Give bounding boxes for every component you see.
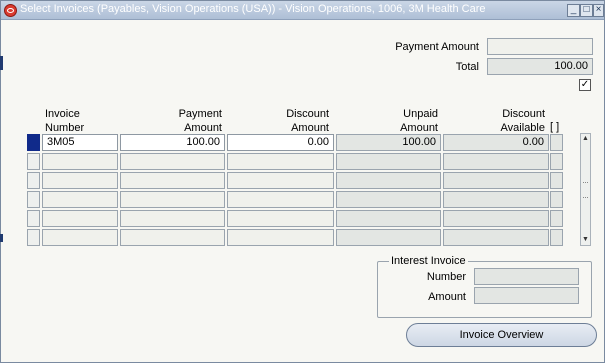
invoice-number-cell[interactable] (42, 191, 118, 208)
invoice-number-cell[interactable]: 3M05 (42, 134, 118, 151)
window-title: Select Invoices (Payables, Vision Operat… (20, 3, 486, 15)
flexfield-cell[interactable] (550, 229, 563, 246)
discount-amount-cell[interactable] (227, 172, 334, 189)
scroll-up-icon[interactable]: ▲ (581, 134, 590, 144)
discount-amount-cell[interactable] (227, 191, 334, 208)
flexfield-cell[interactable] (550, 191, 563, 208)
payment-amount-cell[interactable]: 100.00 (120, 134, 225, 151)
payment-amount-cell[interactable] (120, 172, 225, 189)
row-indicator[interactable] (27, 210, 40, 227)
minimize-icon[interactable]: _ (567, 4, 580, 17)
col-header-invoice-number: Invoice Number (45, 108, 85, 134)
payment-amount-field[interactable] (487, 38, 593, 55)
invoice-number-cell[interactable] (42, 210, 118, 227)
total-label: Total (455, 61, 479, 73)
vertical-scrollbar[interactable]: ▲ ▼ (580, 133, 591, 246)
total-field: 100.00 (487, 58, 593, 75)
interest-number-label: Number (426, 271, 466, 283)
discount-amount-cell[interactable] (227, 153, 334, 170)
title-bar[interactable]: Select Invoices (Payables, Vision Operat… (1, 1, 604, 20)
row-indicator[interactable] (27, 229, 40, 246)
oracle-app-icon (4, 4, 17, 17)
unpaid-amount-cell (336, 172, 441, 189)
discount-available-cell (443, 191, 549, 208)
payment-amount-cell[interactable] (120, 153, 225, 170)
interest-number-field (474, 268, 579, 285)
row-indicator-active[interactable] (27, 134, 40, 151)
invoice-number-cell[interactable] (42, 229, 118, 246)
flexfield-cell[interactable] (550, 172, 563, 189)
scroll-down-icon[interactable]: ▼ (581, 235, 590, 245)
discount-available-cell (443, 210, 549, 227)
unpaid-amount-cell: 100.00 (336, 134, 441, 151)
discount-available-cell (443, 153, 549, 170)
col-header-unpaid-amount: Unpaid Amount (400, 108, 438, 134)
row-indicator[interactable] (27, 191, 40, 208)
invoice-number-cell[interactable] (42, 172, 118, 189)
interest-amount-label: Amount (428, 291, 466, 303)
unpaid-amount-cell (336, 153, 441, 170)
payment-amount-cell[interactable] (120, 210, 225, 227)
discount-amount-cell[interactable] (227, 210, 334, 227)
col-header-discount-amount: Discount Amount (286, 108, 329, 134)
col-header-discount-available: Discount Available (500, 108, 545, 134)
left-edge-marker (0, 234, 3, 242)
row-indicator[interactable] (27, 172, 40, 189)
unpaid-amount-cell (336, 191, 441, 208)
flexfield-header[interactable]: [ ] (550, 121, 559, 133)
discount-available-cell: 0.00 (443, 134, 549, 151)
unpaid-amount-cell (336, 210, 441, 227)
interest-amount-field (474, 287, 579, 304)
discount-amount-cell[interactable]: 0.00 (227, 134, 334, 151)
close-icon[interactable]: × (593, 4, 604, 17)
flexfield-cell[interactable] (550, 210, 563, 227)
select-checkbox[interactable]: ✓ (579, 79, 591, 91)
payment-amount-cell[interactable] (120, 229, 225, 246)
interest-invoice-title: Interest Invoice (389, 255, 468, 267)
col-header-payment-amount: Payment Amount (178, 108, 222, 134)
invoice-overview-button[interactable]: Invoice Overview (406, 323, 597, 347)
invoice-number-cell[interactable] (42, 153, 118, 170)
flexfield-cell[interactable] (550, 134, 563, 151)
payment-amount-label: Payment Amount (395, 41, 479, 53)
payment-amount-cell[interactable] (120, 191, 225, 208)
discount-amount-cell[interactable] (227, 229, 334, 246)
maximize-icon[interactable]: □ (580, 4, 593, 17)
scroll-thumb[interactable] (583, 182, 588, 198)
discount-available-cell (443, 172, 549, 189)
flexfield-cell[interactable] (550, 153, 563, 170)
row-indicator[interactable] (27, 153, 40, 170)
discount-available-cell (443, 229, 549, 246)
unpaid-amount-cell (336, 229, 441, 246)
left-edge-marker (0, 56, 3, 70)
